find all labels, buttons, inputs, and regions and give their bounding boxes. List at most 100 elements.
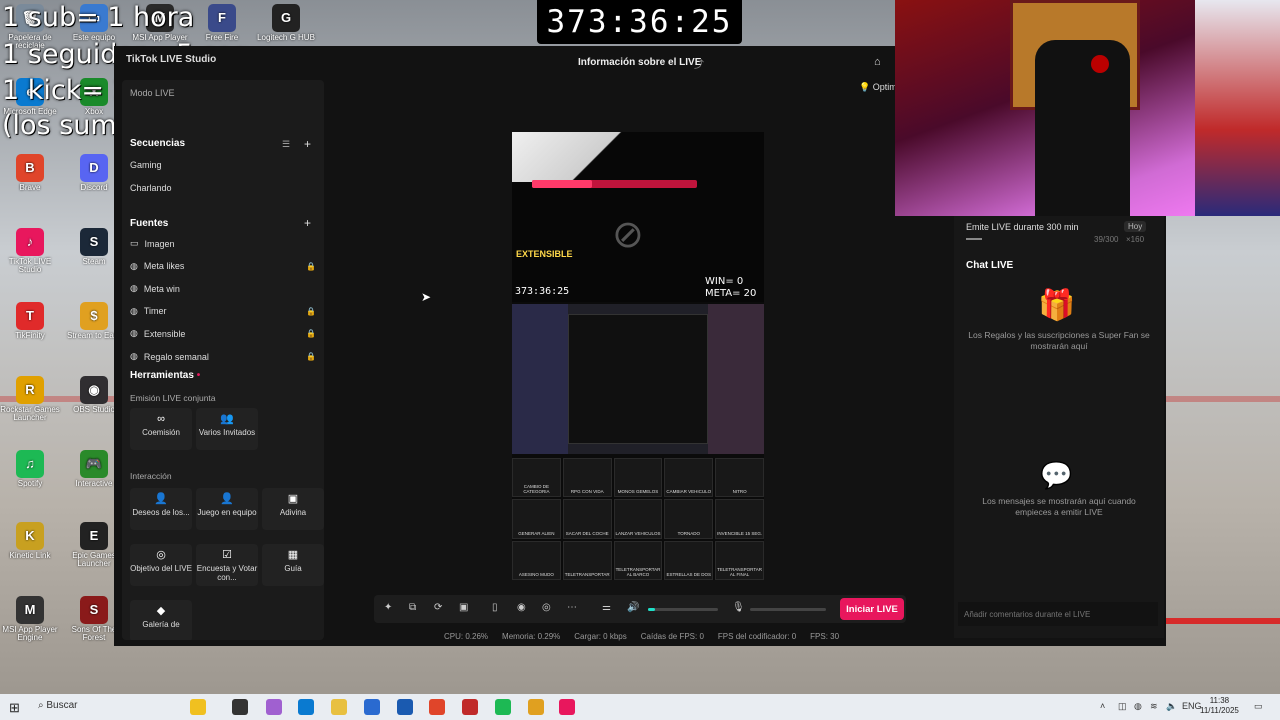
tool-button[interactable]: ◆ Galería de: [130, 600, 192, 640]
desktop-icon[interactable]: ♪ TikTok LIVE Studio: [0, 228, 60, 275]
sequence-item[interactable]: Gaming: [130, 160, 162, 170]
desktop-icon[interactable]: F Free Fire: [192, 4, 252, 42]
source-item[interactable]: ▭ Imagen: [130, 238, 316, 249]
desktop-icon[interactable]: K Kinetic Link: [0, 522, 60, 560]
tool-button[interactable]: ▣ Adivina: [262, 488, 324, 530]
tool-button[interactable]: ☑ Encuesta y Votar con...: [196, 544, 258, 586]
globe-icon: ◍: [130, 351, 138, 361]
scene-mode[interactable]: Modo LIVE: [130, 88, 175, 98]
live-info-title[interactable]: Información sobre el LIVE: [578, 57, 701, 68]
search-label: Buscar: [46, 700, 78, 711]
tool-button[interactable]: 👥 Varios Invitados: [196, 408, 258, 450]
tool-button[interactable]: 👤 Deseos de los...: [130, 488, 192, 530]
microphone-icon[interactable]: 🎙: [732, 602, 745, 613]
source-label: Regalo semanal: [143, 351, 209, 362]
lock-icon[interactable]: 🔒: [306, 352, 316, 361]
speaker-volume-slider[interactable]: [648, 608, 718, 611]
tool-button[interactable]: ◎ Objetivo del LIVE: [130, 544, 192, 586]
tray-volume-icon[interactable]: 🔈: [1166, 701, 1177, 712]
globe-icon: ◍: [130, 283, 138, 294]
speaker-icon[interactable]: 🔊: [627, 602, 639, 613]
desktop-app-icon: R: [16, 376, 44, 404]
layers-icon[interactable]: ⧉: [409, 602, 416, 613]
notifications-icon[interactable]: ▭: [1254, 701, 1263, 712]
taskbar: ⊞ ⌕ Buscar ˄ ◫ ◍ ≋ 🔈 ENG 11:38 11/11/202…: [0, 694, 1280, 720]
tool-label: Juego en equipo: [197, 507, 257, 517]
desktop-icon[interactable]: M MSI App Player Engine: [0, 596, 60, 643]
tray-language[interactable]: ENG: [1182, 701, 1202, 711]
phone-icon[interactable]: ▯: [492, 602, 498, 613]
copilot-icon[interactable]: [266, 699, 282, 715]
effects-icon[interactable]: ⟳: [434, 602, 442, 613]
desktop-icon-label: MSI App Player Engine: [2, 625, 58, 643]
source-item[interactable]: ◍ Regalo semanal 🔒: [130, 351, 316, 362]
desktop-app-icon: ♪: [16, 228, 44, 256]
gifts-empty-message: Los Regalos y las suscripciones a Super …: [968, 330, 1150, 352]
stat-item: CPU: 0.26%: [444, 632, 489, 641]
optimize-button[interactable]: 💡 Optim: [859, 82, 897, 93]
desktop-icon-label: TikFinity: [15, 331, 45, 340]
gift-action-cell: TELETRANSPORTAR AL FINAL: [715, 540, 764, 580]
store-icon[interactable]: [364, 699, 380, 715]
preview-inner-window: [568, 314, 708, 444]
stream-timer: 373:36:25: [537, 0, 742, 44]
mic-volume-slider[interactable]: [750, 608, 826, 611]
tool-icon: ∞: [157, 413, 165, 425]
gift-action-cell: INVENCIBLE 15 SEG.: [715, 499, 764, 539]
tool-button[interactable]: 👤 Juego en equipo: [196, 488, 258, 530]
taskbar-clock[interactable]: 11:38 11/11/2025: [1200, 696, 1239, 717]
source-item[interactable]: ◍ Extensible 🔒: [130, 328, 316, 339]
tool-button[interactable]: ∞ Coemisión: [130, 408, 192, 450]
desktop-icon[interactable]: ♫ Spotify: [0, 450, 60, 488]
chat-title: Chat LIVE: [966, 260, 1014, 271]
record-icon[interactable]: ◉: [517, 602, 526, 613]
task-view-icon[interactable]: [232, 699, 248, 715]
tray-app-icon[interactable]: ◫: [1118, 701, 1127, 712]
windows-start-icon[interactable]: ⊞: [9, 700, 20, 716]
tikfinity-icon[interactable]: [462, 699, 478, 715]
desktop-icon-label: Brave: [19, 183, 41, 192]
camera-icon[interactable]: ◎: [542, 602, 551, 613]
desktop-app-icon: $: [80, 302, 108, 330]
tray-network-icon[interactable]: ◍: [1134, 701, 1142, 712]
source-item[interactable]: ◍ Meta likes 🔒: [130, 261, 316, 272]
brave-icon[interactable]: [429, 699, 445, 715]
clock-time: 11:38: [1209, 696, 1230, 705]
widgets-icon[interactable]: [190, 699, 206, 715]
source-item[interactable]: ◍ Timer 🔒: [130, 306, 316, 317]
outlook-icon[interactable]: [397, 699, 413, 715]
desktop-icon[interactable]: G Logitech G HUB: [256, 4, 316, 42]
tool-button[interactable]: ▦ Guía: [262, 544, 324, 586]
lock-icon[interactable]: 🔒: [306, 329, 316, 338]
share-icon[interactable]: ⤴: [694, 56, 704, 71]
magic-wand-icon[interactable]: ✦: [384, 602, 392, 613]
lock-icon[interactable]: 🔒: [306, 262, 316, 271]
spotify-icon[interactable]: [495, 699, 511, 715]
desktop-icon[interactable]: T TikFinity: [0, 302, 60, 340]
more-icon[interactable]: ⋯: [567, 602, 577, 613]
file-explorer-icon[interactable]: [331, 699, 347, 715]
lock-icon[interactable]: 🔒: [306, 307, 316, 316]
stream-preview[interactable]: ⊘ EXTENSIBLE 373:36:25 WIN= 0 META= 20 C…: [512, 132, 764, 580]
sequence-list-icon[interactable]: ☰: [282, 139, 290, 150]
sequence-item[interactable]: Charlando: [130, 183, 172, 193]
desktop-icon[interactable]: B Brave: [0, 154, 60, 192]
home-icon[interactable]: ⌂: [874, 56, 881, 68]
add-source-icon[interactable]: +: [304, 216, 311, 230]
mixer-icon[interactable]: ⚌: [602, 602, 611, 613]
tray-wifi-icon[interactable]: ≋: [1150, 701, 1158, 712]
start-live-button[interactable]: Iniciar LIVE: [840, 598, 904, 620]
tray-chevron-icon[interactable]: ˄: [1100, 701, 1105, 711]
desktop-icon[interactable]: R Rockstar Games Launcher: [0, 376, 60, 423]
add-sequence-icon[interactable]: +: [304, 137, 311, 151]
tiktok-live-studio-icon[interactable]: [559, 699, 575, 715]
screen-icon[interactable]: ▣: [459, 602, 468, 613]
source-item[interactable]: ◍ Meta win: [130, 283, 316, 294]
gift-action-cell: MONOS GEMELOS: [613, 458, 663, 498]
studio-title: TikTok LIVE Studio: [126, 54, 217, 65]
goal-count: 39/300: [1094, 235, 1119, 244]
stream-earn-icon[interactable]: [528, 699, 544, 715]
comment-input[interactable]: [958, 602, 1158, 626]
taskbar-search[interactable]: ⌕ Buscar: [38, 700, 78, 711]
edge-icon[interactable]: [298, 699, 314, 715]
